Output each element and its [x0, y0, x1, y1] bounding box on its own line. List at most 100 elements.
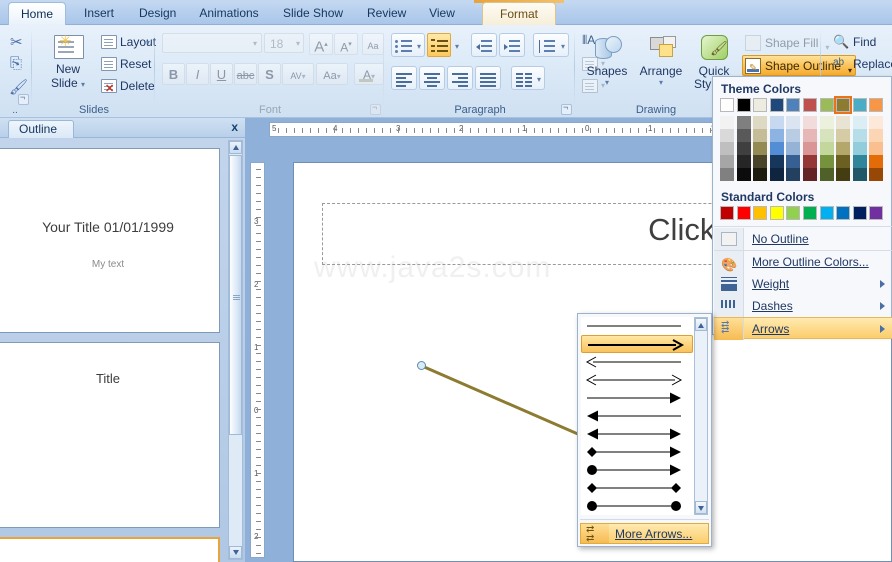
find-button[interactable]: 🔍 Find: [830, 31, 890, 53]
theme-shade-swatch[interactable]: [836, 155, 851, 168]
tab-home[interactable]: Home: [8, 2, 66, 25]
font-color-button[interactable]: A▾: [354, 63, 384, 85]
standard-color-swatch[interactable]: [786, 206, 801, 220]
bullets-button[interactable]: ▾: [391, 33, 425, 57]
shrink-font-button[interactable]: A▾: [334, 33, 358, 55]
theme-shade-swatch[interactable]: [869, 155, 884, 168]
theme-shade-swatch[interactable]: [852, 116, 867, 129]
theme-color-swatch[interactable]: [869, 98, 884, 112]
align-left-button[interactable]: [391, 66, 417, 90]
theme-shade-swatch[interactable]: [819, 168, 834, 181]
tab-insert[interactable]: Insert: [72, 2, 126, 25]
scroll-up-button[interactable]: [695, 318, 707, 331]
theme-shade-swatch[interactable]: [836, 142, 851, 155]
arrow-style-diamond-triangle[interactable]: [581, 443, 693, 461]
menu-item-no-outline[interactable]: No Outline: [714, 228, 892, 250]
theme-color-swatch[interactable]: [720, 98, 734, 112]
arrow-style-oval-triangle[interactable]: [581, 461, 693, 479]
tab-slide-show[interactable]: Slide Show: [272, 2, 350, 25]
theme-color-swatch[interactable]: [834, 96, 853, 114]
underline-button[interactable]: U: [210, 63, 233, 85]
clipboard-dialog-launcher[interactable]: [18, 94, 29, 105]
arrow-style-oval-both[interactable]: [581, 497, 693, 515]
theme-color-swatch[interactable]: [753, 98, 768, 112]
menu-item-more-outline-colors[interactable]: 🎨 More Outline Colors...: [714, 251, 892, 273]
theme-shade-swatch[interactable]: [769, 168, 784, 181]
theme-shade-swatch[interactable]: [869, 116, 884, 129]
slide-thumbnail-2[interactable]: Title: [0, 342, 220, 528]
scroll-up-button[interactable]: [229, 141, 242, 154]
theme-color-swatch[interactable]: [803, 98, 817, 112]
clear-formatting-button[interactable]: Aa: [362, 33, 384, 55]
arrange-button[interactable]: Arrange ▾: [634, 30, 688, 96]
copy-button[interactable]: ⎘: [5, 53, 29, 75]
theme-color-swatch[interactable]: [769, 98, 784, 112]
theme-shade-swatch[interactable]: [803, 129, 817, 142]
theme-shade-swatch[interactable]: [720, 168, 734, 181]
theme-shade-swatch[interactable]: [736, 116, 751, 129]
tab-format[interactable]: Format: [482, 2, 556, 25]
justify-button[interactable]: [475, 66, 501, 90]
character-spacing-button[interactable]: AV▾: [282, 63, 314, 85]
theme-shade-swatch[interactable]: [869, 129, 884, 142]
tab-review[interactable]: Review: [356, 2, 414, 25]
text-shadow-button[interactable]: S: [258, 63, 281, 85]
scroll-down-button[interactable]: [229, 546, 242, 559]
theme-shade-swatch[interactable]: [869, 168, 884, 181]
standard-color-swatch[interactable]: [836, 206, 851, 220]
delete-slide-button[interactable]: ✕ Delete: [98, 75, 155, 97]
strikethrough-button[interactable]: abc: [234, 63, 257, 85]
theme-shade-swatch[interactable]: [819, 129, 834, 142]
cut-button[interactable]: ✂: [5, 30, 29, 52]
theme-shade-swatch[interactable]: [720, 129, 734, 142]
theme-shade-swatch[interactable]: [803, 142, 817, 155]
theme-color-swatch[interactable]: [736, 98, 751, 112]
theme-shade-swatch[interactable]: [786, 116, 801, 129]
theme-shade-swatch[interactable]: [836, 129, 851, 142]
standard-color-swatch[interactable]: [736, 206, 751, 220]
bold-button[interactable]: B: [162, 63, 185, 85]
increase-indent-button[interactable]: [499, 33, 525, 57]
shapes-button[interactable]: Shapes ▾: [580, 30, 634, 96]
numbering-dropdown[interactable]: ▾: [451, 33, 465, 57]
menu-item-dashes[interactable]: Dashes: [714, 295, 892, 317]
theme-shade-swatch[interactable]: [720, 155, 734, 168]
theme-shade-swatch[interactable]: [852, 155, 867, 168]
replace-button[interactable]: ab Replace: [830, 53, 892, 75]
standard-color-swatch[interactable]: [753, 206, 768, 220]
theme-shade-swatch[interactable]: [786, 155, 801, 168]
theme-shade-swatch[interactable]: [769, 129, 784, 142]
theme-shade-swatch[interactable]: [753, 168, 768, 181]
theme-shade-swatch[interactable]: [736, 155, 751, 168]
font-size-input[interactable]: 18 ▾: [264, 33, 304, 53]
reset-button[interactable]: Reset: [98, 53, 153, 75]
theme-shade-swatch[interactable]: [769, 155, 784, 168]
theme-shade-swatch[interactable]: [736, 129, 751, 142]
numbering-button[interactable]: [427, 33, 451, 57]
align-center-button[interactable]: [419, 66, 445, 90]
theme-shade-swatch[interactable]: [819, 142, 834, 155]
align-right-button[interactable]: [447, 66, 473, 90]
decrease-indent-button[interactable]: [471, 33, 497, 57]
arrow-style-open-end[interactable]: [581, 335, 693, 353]
theme-shade-swatch[interactable]: [753, 129, 768, 142]
theme-shade-swatch[interactable]: [786, 142, 801, 155]
theme-shade-swatch[interactable]: [786, 168, 801, 181]
tab-animations[interactable]: Animations: [188, 2, 270, 25]
arrow-style-open-start[interactable]: [581, 353, 693, 371]
theme-shade-swatch[interactable]: [736, 142, 751, 155]
vertical-ruler[interactable]: 3 2 1 0 1 2: [250, 162, 265, 558]
theme-shade-swatch[interactable]: [852, 142, 867, 155]
close-icon[interactable]: x: [231, 120, 238, 134]
arrow-style-triangle-start[interactable]: [581, 407, 693, 425]
theme-shade-swatch[interactable]: [852, 129, 867, 142]
slide-thumbnail-3[interactable]: [0, 537, 220, 562]
arrows-submenu-scrollbar[interactable]: [694, 317, 708, 515]
theme-shade-swatch[interactable]: [736, 168, 751, 181]
theme-shade-swatch[interactable]: [836, 168, 851, 181]
tab-design[interactable]: Design: [128, 2, 186, 25]
theme-shade-swatch[interactable]: [769, 116, 784, 129]
standard-color-swatch[interactable]: [852, 206, 867, 220]
layout-button[interactable]: Layout ▾: [98, 31, 156, 53]
theme-shade-swatch[interactable]: [803, 168, 817, 181]
